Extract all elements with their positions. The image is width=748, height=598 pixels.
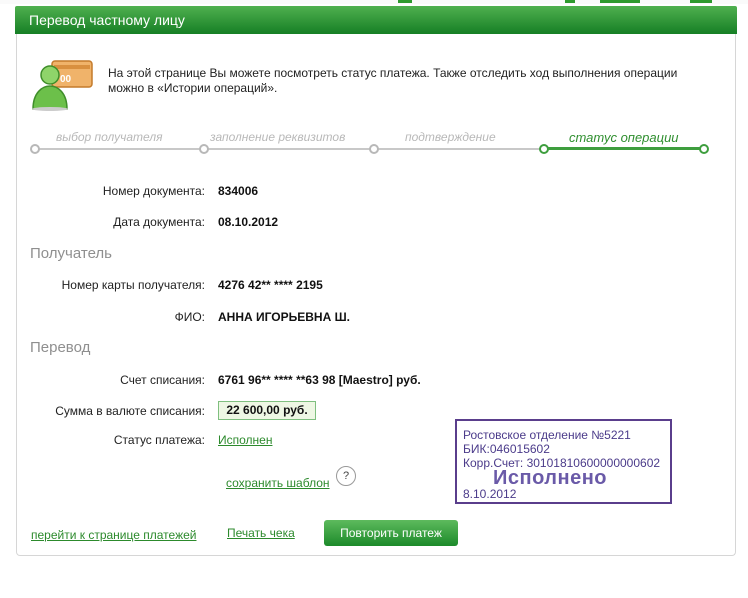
- help-icon[interactable]: ?: [336, 466, 356, 486]
- top-strip: [0, 0, 748, 4]
- amount-label: Сумма в валюте списания:: [55, 404, 205, 418]
- status-value-link[interactable]: Исполнен: [218, 433, 272, 447]
- recipient-section-title: Получатель: [30, 245, 112, 262]
- page-title: Перевод частному лицу: [15, 6, 737, 34]
- payment-card-user-icon: 00: [32, 60, 93, 111]
- card-label: Номер карты получателя:: [61, 278, 205, 292]
- svg-text:00: 00: [60, 74, 72, 85]
- step-dot: [369, 144, 379, 154]
- progress-line-active: [544, 147, 704, 150]
- doc-number-label: Номер документа:: [102, 184, 205, 198]
- go-payments-link[interactable]: перейти к странице платежей: [31, 528, 196, 542]
- stamp-bik: БИК:046015602: [463, 442, 550, 456]
- bank-stamp: Ростовское отделение №5221 БИК:046015602…: [455, 419, 672, 504]
- account-value: 6761 96** **** **63 98 [Maestro] руб.: [218, 373, 421, 387]
- step-dot: [199, 144, 209, 154]
- doc-date-value: 08.10.2012: [218, 215, 279, 229]
- step-choose-recipient: выбор получателя: [56, 130, 163, 144]
- step-dot: [539, 144, 549, 154]
- card-value: 4276 42** **** 2195: [218, 278, 323, 292]
- info-text: На этой странице Вы можете посмотреть ст…: [108, 66, 678, 95]
- amount-value: 22 600,00 руб.: [218, 401, 316, 420]
- doc-number-value: 834006: [218, 184, 259, 198]
- repeat-payment-button[interactable]: Повторить платеж: [324, 520, 458, 546]
- name-value: АННА ИГОРЬЕВНА Ш.: [218, 310, 350, 324]
- step-dot: [30, 144, 40, 154]
- progress-steps: выбор получателя заполнение реквизитов п…: [30, 130, 710, 160]
- print-check-link[interactable]: Печать чека: [227, 526, 295, 540]
- step-dot: [699, 144, 709, 154]
- stamp-branch: Ростовское отделение №5221: [463, 428, 631, 442]
- name-label: ФИО:: [174, 310, 205, 324]
- stamp-date: 8.10.2012: [463, 487, 517, 501]
- transfer-section-title: Перевод: [30, 339, 91, 356]
- progress-line: [33, 148, 543, 150]
- step-operation-status: статус операции: [569, 130, 679, 145]
- status-label: Статус платежа:: [113, 433, 205, 447]
- doc-date-label: Дата документа:: [113, 215, 205, 229]
- step-confirmation: подтверждение: [405, 130, 496, 144]
- save-template-link[interactable]: сохранить шаблон: [226, 476, 330, 490]
- step-fill-details: заполнение реквизитов: [210, 130, 346, 144]
- account-label: Счет списания:: [120, 373, 205, 387]
